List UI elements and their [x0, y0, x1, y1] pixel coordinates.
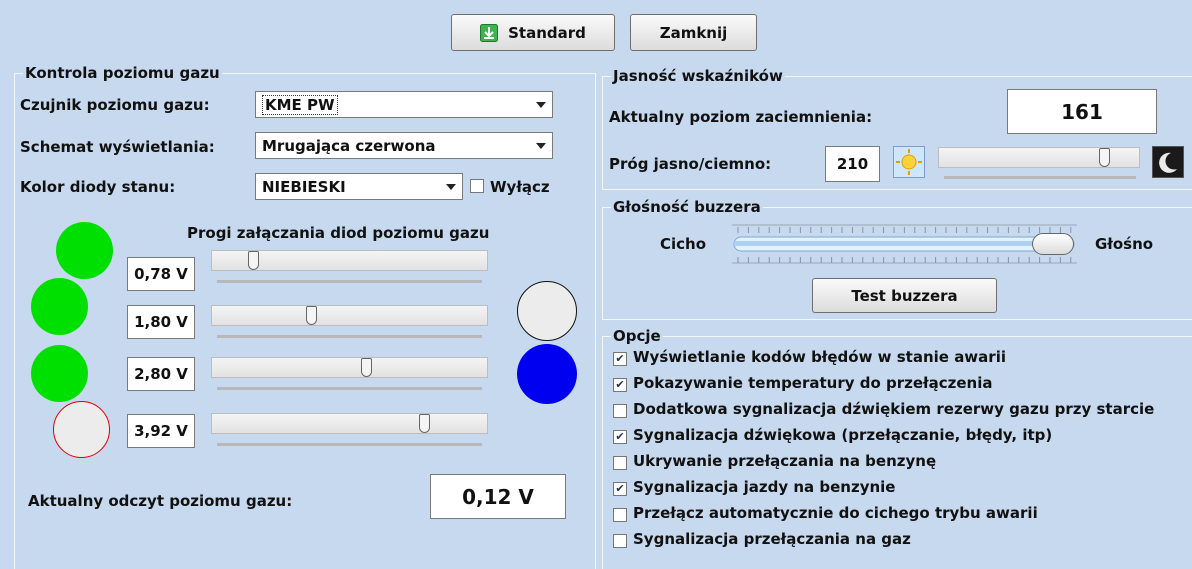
sun-icon [893, 146, 925, 178]
test-buzzer-button[interactable]: Test buzzera [812, 278, 997, 313]
disable-label: Wyłącz [490, 178, 550, 196]
threshold-value-2: 1,80 V [127, 305, 195, 339]
download-icon [480, 23, 499, 42]
threshold-slider-2-thumb[interactable] [305, 306, 317, 325]
option-label: Wyświetlanie kodów błędów w stanie awari… [633, 348, 1006, 366]
sensor-select[interactable]: KME PW [255, 91, 553, 118]
threshold-slider-2-tickline [217, 335, 482, 338]
options-group-title: Opcje [611, 327, 663, 345]
close-button[interactable]: Zamknij [630, 14, 757, 51]
thresholds-title: Progi załączania diod poziomu gazu [187, 224, 490, 242]
dimming-level-label: Aktualny poziom zaciemnienia: [609, 108, 873, 126]
sensor-label: Czujnik poziomu gazu: [20, 96, 210, 114]
option-checkbox[interactable] [613, 404, 627, 418]
option-label: Sygnalizacja jazdy na benzynie [633, 478, 896, 496]
scheme-label: Schemat wyświetlania: [20, 138, 215, 156]
threshold-slider-3-thumb[interactable] [361, 358, 373, 377]
scheme-select-value: Mrugająca czerwona [262, 136, 436, 155]
standard-button-label: Standard [508, 23, 586, 42]
threshold-slider-3-tickline [217, 387, 482, 390]
chevron-down-icon [536, 143, 546, 149]
threshold-label: Próg jasno/ciemno: [609, 155, 772, 173]
option-label: Dodatkowa sygnalizacja dźwiękiem rezerwy… [633, 400, 1155, 418]
reading-label: Aktualny odczyt poziomu gazu: [28, 492, 293, 510]
disable-checkbox[interactable] [470, 179, 484, 193]
option-checkbox[interactable] [613, 534, 627, 548]
buzzer-group-title: Głośność buzzera [611, 198, 763, 216]
gas-led-2 [31, 345, 88, 402]
threshold-value-1: 0,78 V [127, 257, 195, 291]
quiet-label: Cicho [660, 235, 707, 253]
scheme-select[interactable]: Mrugająca czerwona [255, 132, 553, 159]
option-checkbox[interactable] [613, 508, 627, 522]
threshold-slider-1-tickline [217, 280, 482, 283]
close-button-label: Zamknij [659, 23, 728, 42]
threshold-slider-2[interactable] [211, 305, 488, 326]
option-checkbox[interactable]: ✔ [613, 430, 627, 444]
threshold-slider-4-thumb[interactable] [419, 414, 431, 433]
option-checkbox[interactable] [613, 456, 627, 470]
chevron-down-icon [536, 102, 546, 108]
chevron-down-icon [446, 184, 456, 190]
led-color-select-value: NIEBIESKI [262, 177, 346, 196]
gas-led-1 [53, 401, 110, 458]
status-led-off [517, 281, 577, 341]
dimming-level-value: 161 [1007, 89, 1157, 134]
test-buzzer-button-label: Test buzzera [851, 286, 958, 305]
led-color-label: Kolor diody stanu: [20, 178, 176, 196]
gas-level-group-title: Kontrola poziomu gazu [23, 64, 222, 82]
option-checkbox[interactable]: ✔ [613, 378, 627, 392]
option-label: Sygnalizacja dźwiękowa (przełączanie, bł… [633, 426, 1053, 444]
brightness-slider-tickline [944, 176, 1136, 179]
standard-button[interactable]: Standard [451, 14, 615, 51]
moon-icon [1152, 146, 1184, 178]
reading-value: 0,12 V [430, 474, 566, 519]
threshold-value: 210 [825, 146, 880, 182]
option-label: Sygnalizacja przełączania na gaz [633, 530, 911, 548]
gas-led-3 [31, 278, 88, 335]
threshold-value-3: 2,80 V [127, 357, 195, 391]
led-color-select[interactable]: NIEBIESKI [255, 173, 463, 200]
buzzer-volume-thumb[interactable] [1032, 233, 1074, 255]
threshold-value-4: 3,92 V [127, 414, 195, 448]
threshold-slider-3[interactable] [211, 357, 488, 378]
option-label: Pokazywanie temperatury do przełączenia [633, 374, 993, 392]
option-checkbox[interactable]: ✔ [613, 352, 627, 366]
option-label: Ukrywanie przełączania na benzynę [633, 452, 937, 470]
loud-label: Głośno [1095, 235, 1154, 253]
option-checkbox[interactable]: ✔ [613, 482, 627, 496]
brightness-threshold-slider-thumb[interactable] [1098, 148, 1110, 167]
brightness-group-title: Jasność wskaźników [611, 67, 785, 85]
option-label: Przełącz automatycznie do cichego trybu … [633, 504, 1038, 522]
threshold-slider-4[interactable] [211, 413, 488, 434]
threshold-slider-1-thumb[interactable] [247, 251, 259, 270]
gas-led-4 [56, 222, 113, 279]
brightness-threshold-slider[interactable] [938, 147, 1140, 168]
threshold-slider-4-tickline [217, 443, 482, 446]
status-led-blue [517, 344, 577, 404]
sensor-select-value: KME PW [262, 94, 338, 115]
